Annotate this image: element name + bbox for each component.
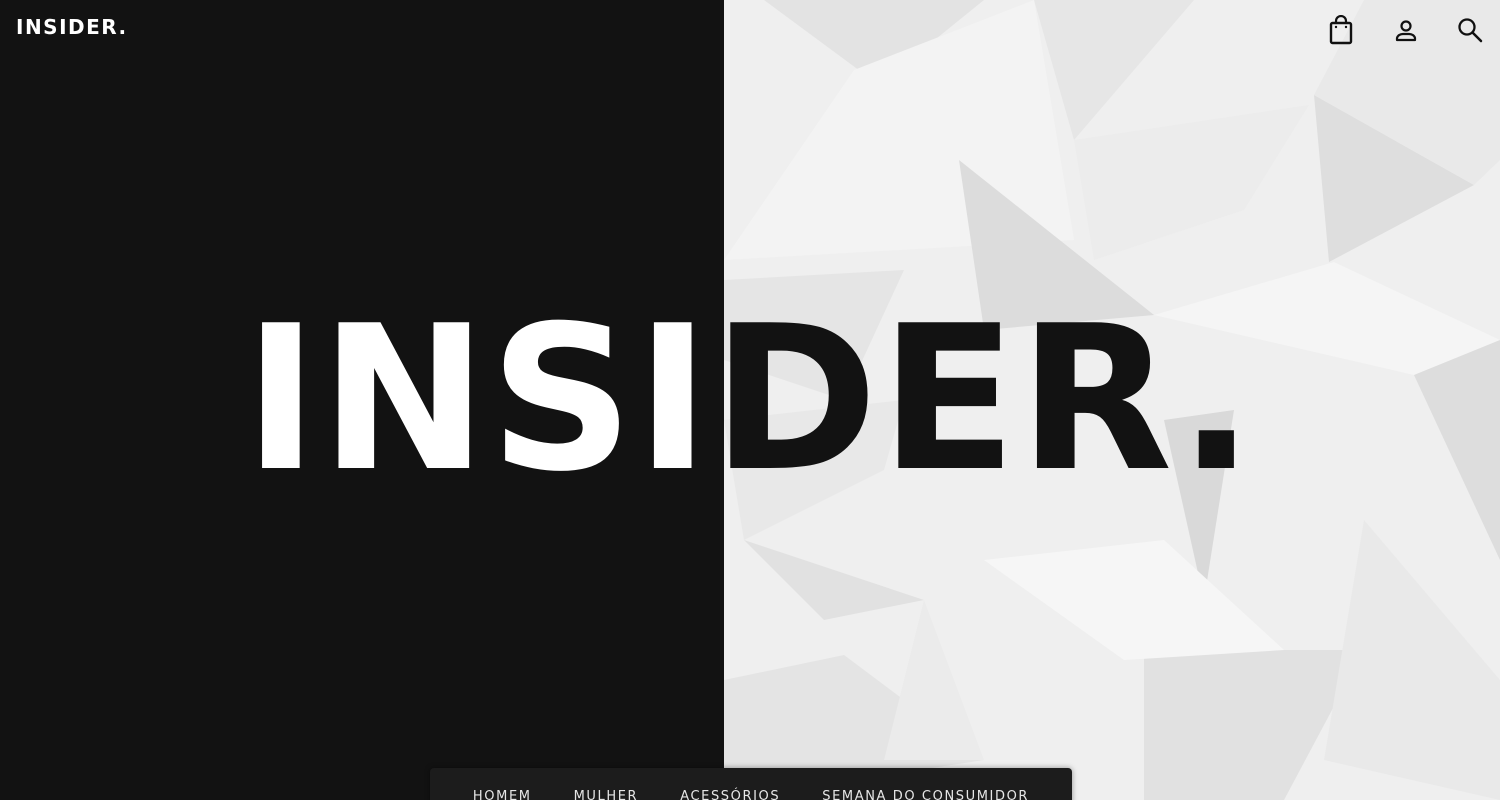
account-button[interactable] (1390, 14, 1422, 46)
user-icon (1395, 20, 1417, 42)
nav-item-mulher[interactable]: MULHER (574, 789, 639, 800)
site-logo[interactable]: INSIDER. (16, 13, 128, 41)
search-button[interactable] (1454, 14, 1486, 46)
main-navigation: HOMEM MULHER ACESSÓRIOS SEMANA DO CONSUM… (430, 768, 1072, 800)
cart-button[interactable] (1325, 14, 1357, 46)
nav-item-semana-do-consumidor[interactable]: SEMANA DO CONSUMIDOR (822, 789, 1029, 800)
nav-item-acessorios[interactable]: ACESSÓRIOS (680, 789, 780, 800)
search-icon (1458, 18, 1483, 43)
hero-title: INSIDER. INSIDER. (0, 290, 1500, 510)
page: INSIDER. INSIDER. INSIDER. HOMEM MULHER … (0, 0, 1500, 800)
nav-item-homem[interactable]: HOMEM (473, 789, 532, 800)
shopping-bag-icon (1329, 15, 1353, 45)
